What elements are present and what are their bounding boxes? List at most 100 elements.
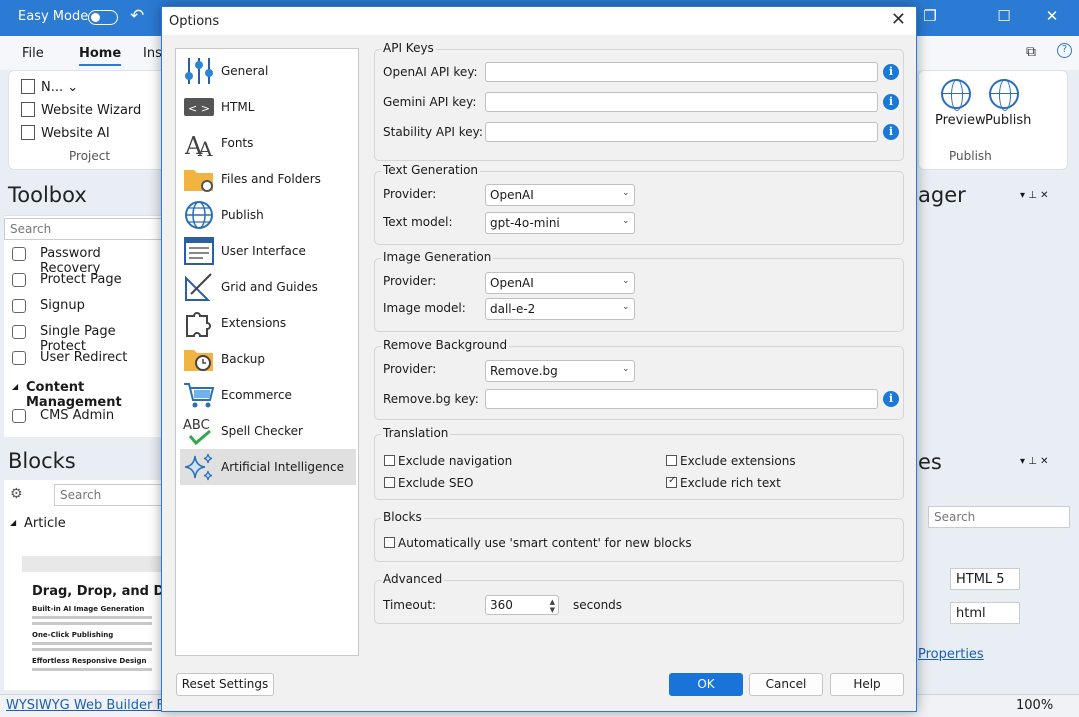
toolbox-category[interactable]: Content Management xyxy=(26,380,162,410)
checkbox-box[interactable] xyxy=(666,455,677,466)
image-provider-select[interactable]: OpenAI ⌄ xyxy=(485,272,635,294)
publish-globe-icon[interactable] xyxy=(989,79,1019,111)
openai-key-input[interactable] xyxy=(485,62,878,82)
category-ecommerce[interactable]: Ecommerce xyxy=(180,377,356,413)
removebg-key-input[interactable] xyxy=(485,389,878,409)
menu-file[interactable]: File xyxy=(22,46,44,61)
collapse-arrow-icon[interactable]: ◢ xyxy=(10,518,16,527)
category-user-interface[interactable]: User Interface xyxy=(180,233,356,269)
spin-down-icon[interactable]: ▼ xyxy=(550,606,555,614)
category-label: Publish xyxy=(221,208,264,222)
toolbox-item[interactable]: Protect Page xyxy=(40,272,122,287)
language-select[interactable]: html xyxy=(950,602,1020,624)
image-model-select[interactable]: dall-e-2 ⌄ xyxy=(485,298,635,320)
ok-button[interactable]: OK xyxy=(669,673,743,696)
timeout-spinner[interactable]: 360 ▲ ▼ xyxy=(485,595,559,615)
category-publish[interactable]: Publish xyxy=(180,197,356,233)
layout-icon[interactable]: ⧉ xyxy=(1026,44,1036,60)
exclude-extensions-checkbox[interactable]: Exclude extensions xyxy=(666,454,796,468)
exclude-seo-checkbox[interactable]: Exclude SEO xyxy=(384,476,473,490)
smart-content-checkbox[interactable]: Automatically use 'smart content' for ne… xyxy=(384,536,692,550)
cancel-button[interactable]: Cancel xyxy=(749,673,823,696)
preview-line xyxy=(32,616,152,619)
password-recovery-icon xyxy=(12,247,26,261)
blocks-search-input[interactable]: Search xyxy=(54,484,162,506)
toolbox-panel: Search Password Recovery Protect Page Si… xyxy=(4,215,162,437)
category-extensions[interactable]: Extensions xyxy=(180,305,356,341)
gemini-key-input[interactable] xyxy=(485,92,878,112)
section-title: Translation xyxy=(381,426,451,440)
exclude-navigation-checkbox[interactable]: Exclude navigation xyxy=(384,454,512,468)
reset-settings-button[interactable]: Reset Settings xyxy=(176,673,274,696)
properties-search-input[interactable]: Search xyxy=(928,506,1070,528)
blocks-category[interactable]: Article xyxy=(24,516,66,531)
code-icon: < > xyxy=(184,98,214,116)
block-preview[interactable]: Drag, Drop, and Dazzle Built-in AI Image… xyxy=(22,556,162,690)
chevron-down-icon: ⌄ xyxy=(622,364,630,374)
window-close-icon[interactable]: ✕ xyxy=(1042,7,1062,25)
category-fonts[interactable]: AA Fonts xyxy=(180,125,356,161)
info-icon[interactable]: i xyxy=(883,124,899,140)
preview-button[interactable]: Preview xyxy=(935,113,986,128)
doctype-select[interactable]: HTML 5 xyxy=(950,568,1020,590)
stability-key-input[interactable] xyxy=(485,122,878,142)
text-generation-section: Text Generation Provider: OpenAI ⌄ Text … xyxy=(374,163,904,245)
category-grid-guides[interactable]: Grid and Guides xyxy=(180,269,356,305)
spin-up-icon[interactable]: ▲ xyxy=(550,598,555,606)
image-generation-section: Image Generation Provider: OpenAI ⌄ Imag… xyxy=(374,250,904,332)
category-spell-checker[interactable]: ABC Spell Checker xyxy=(180,413,356,449)
backup-clock-icon xyxy=(184,350,213,371)
website-wizard-button[interactable]: Website Wizard xyxy=(21,102,141,118)
toolbox-item[interactable]: CMS Admin xyxy=(40,408,114,423)
toolbox-item[interactable]: Signup xyxy=(40,298,85,313)
category-artificial-intelligence[interactable]: Artificial Intelligence xyxy=(180,449,356,485)
dialog-title: Options xyxy=(169,14,220,29)
panel-menu-icon[interactable]: ▾ ⊥ ✕ xyxy=(1020,456,1048,467)
new-button[interactable]: N... ⌄ xyxy=(21,79,78,95)
info-icon[interactable]: i xyxy=(883,94,899,110)
status-link[interactable]: WYSIWYG Web Builder Fo xyxy=(6,698,171,713)
info-icon[interactable]: i xyxy=(883,391,899,407)
category-html[interactable]: < > HTML xyxy=(180,89,356,125)
preview-globe-icon[interactable] xyxy=(941,79,971,111)
help-button[interactable]: Help xyxy=(830,673,904,696)
checkbox-box[interactable] xyxy=(666,475,677,488)
category-files-folders[interactable]: Files and Folders xyxy=(180,161,356,197)
sliders-icon xyxy=(185,58,213,84)
text-provider-select[interactable]: OpenAI ⌄ xyxy=(485,184,635,206)
text-model-select[interactable]: gpt-4o-mini ⌄ xyxy=(485,212,635,234)
properties-link[interactable]: Properties xyxy=(918,647,984,662)
checkbox-box[interactable] xyxy=(384,477,395,488)
publish-button[interactable]: Publish xyxy=(985,113,1031,128)
easy-mode-toggle[interactable] xyxy=(88,10,118,25)
checkbox-box[interactable] xyxy=(384,455,395,466)
checkbox-box[interactable] xyxy=(384,537,395,548)
bg-provider-select[interactable]: Remove.bg ⌄ xyxy=(485,360,635,382)
ai-file-icon xyxy=(21,125,35,140)
category-backup[interactable]: Backup xyxy=(180,341,356,377)
menu-insert[interactable]: Ins xyxy=(143,46,162,61)
preview-heading: Drag, Drop, and Dazzle xyxy=(32,584,162,599)
window-restore-icon[interactable]: ❐ xyxy=(920,7,940,25)
settings-gear-icon[interactable]: ⚙ xyxy=(10,486,23,502)
blocks-section: Blocks Automatically use 'smart content'… xyxy=(374,510,904,562)
image-provider-label: Provider: xyxy=(383,274,437,288)
svg-text:A: A xyxy=(197,137,213,158)
menu-home[interactable]: Home xyxy=(79,46,122,66)
dialog-close-icon[interactable]: ✕ xyxy=(891,9,906,30)
category-general[interactable]: General xyxy=(180,53,356,89)
publish-group-label: Publish xyxy=(949,149,992,163)
exclude-rich-text-checkbox[interactable]: Exclude rich text xyxy=(666,475,781,490)
panel-menu-icon[interactable]: ▾ ⊥ ✕ xyxy=(1020,190,1048,201)
removebg-key-label: Remove.bg key: xyxy=(383,392,479,406)
undo-icon[interactable]: ↶ xyxy=(130,6,144,26)
section-title: Blocks xyxy=(381,510,424,524)
toolbox-search-input[interactable]: Search xyxy=(4,218,162,240)
toolbox-item[interactable]: User Redirect xyxy=(40,350,127,365)
website-ai-button[interactable]: Website AI xyxy=(21,125,110,141)
info-icon[interactable]: i xyxy=(883,64,899,80)
window-maximize-icon[interactable]: ☐ xyxy=(994,7,1014,25)
user-redirect-icon xyxy=(12,351,26,365)
help-icon[interactable]: ? xyxy=(1057,43,1072,58)
collapse-arrow-icon[interactable]: ◢ xyxy=(12,382,18,391)
